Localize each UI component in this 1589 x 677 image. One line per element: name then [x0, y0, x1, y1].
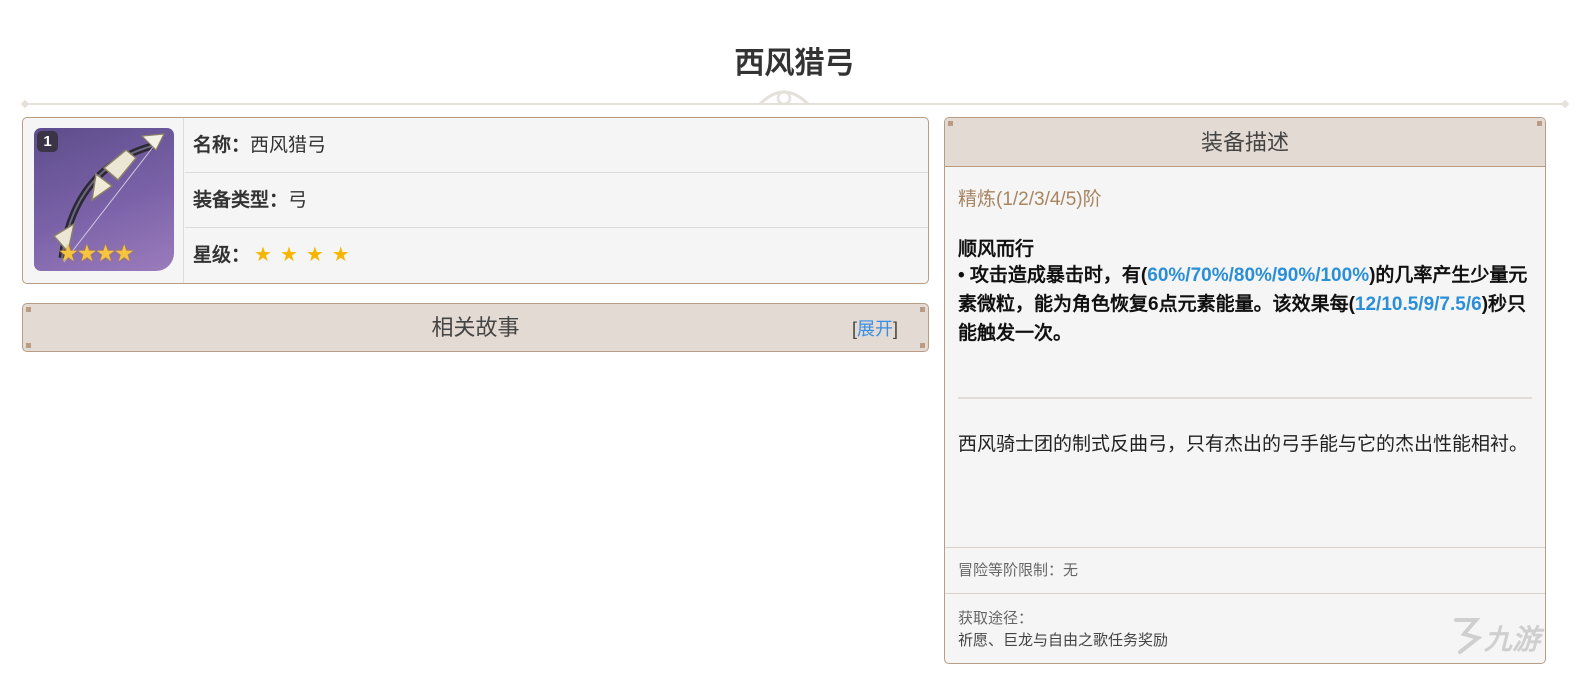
flavor-text: 西风骑士团的制式反曲弓，只有杰出的弓手能与它的杰出性能相衬。 — [958, 434, 1529, 455]
story-title: 相关故事 — [431, 315, 520, 340]
name-value: 西风猎弓 — [250, 135, 327, 156]
expand-link[interactable]: 展开 — [857, 319, 893, 339]
effect-text: • 攻击造成暴击时，有(60%/70%/80%/90%/100%)的几率产生少量… — [958, 261, 1532, 348]
rarity-stars-overlay: ★★★★ — [58, 240, 134, 266]
type-value: 弓 — [288, 190, 308, 211]
equipment-description-panel: 装备描述 精炼(1/2/3/4/5)阶 顺风而行 • 攻击造成暴击时，有(60%… — [944, 117, 1546, 664]
effect-part-1: • 攻击造成暴击时，有( — [958, 265, 1148, 286]
info-row-name: 名称：西风猎弓 — [185, 118, 928, 173]
info-row-type: 装备类型：弓 — [185, 173, 928, 228]
watermark-logo-icon — [1454, 618, 1483, 654]
rank-label: 冒险等阶限制： — [958, 562, 1064, 579]
rarity-label: 星级： — [193, 245, 251, 266]
page-title: 西风猎弓 — [734, 47, 855, 80]
description-header: 装备描述 — [945, 118, 1545, 167]
watermark-text: 九游 — [1484, 624, 1541, 655]
weapon-info-panel: 1 ★★★★ 名称：西风猎弓 装备类型：弓 星级： ★★★★ — [22, 117, 929, 284]
weapon-image: 1 ★★★★ — [34, 128, 174, 271]
corner-dot — [1537, 121, 1542, 126]
rank-value: 无 — [1063, 562, 1079, 579]
description-separator — [958, 397, 1532, 399]
related-story-bar: 相关故事 [展开] — [22, 303, 929, 352]
refine-levels: 精炼(1/2/3/4/5)阶 — [958, 189, 1102, 210]
watermark: 九游 — [1450, 614, 1570, 664]
weapon-image-cell: 1 ★★★★ — [23, 118, 184, 283]
effect-values-1: 60%/70%/80%/90%/100% — [1147, 265, 1370, 286]
refine-badge: 1 — [37, 131, 58, 152]
divider-ornament-icon — [758, 90, 810, 106]
name-label: 名称： — [193, 135, 251, 156]
rank-limit-row: 冒险等阶限制：无 — [945, 547, 1545, 593]
info-row-rarity: 星级： ★★★★ — [185, 228, 928, 283]
effect-values-2: 12/10.5/9/7.5/6 — [1354, 294, 1482, 315]
effect-name: 顺风而行 — [958, 239, 1035, 260]
type-label: 装备类型： — [193, 190, 289, 211]
expand-control: [展开] — [852, 304, 898, 351]
corner-dot — [948, 121, 953, 126]
rarity-stars: ★★★★ — [254, 244, 358, 266]
expand-bracket-close: ] — [892, 319, 898, 339]
